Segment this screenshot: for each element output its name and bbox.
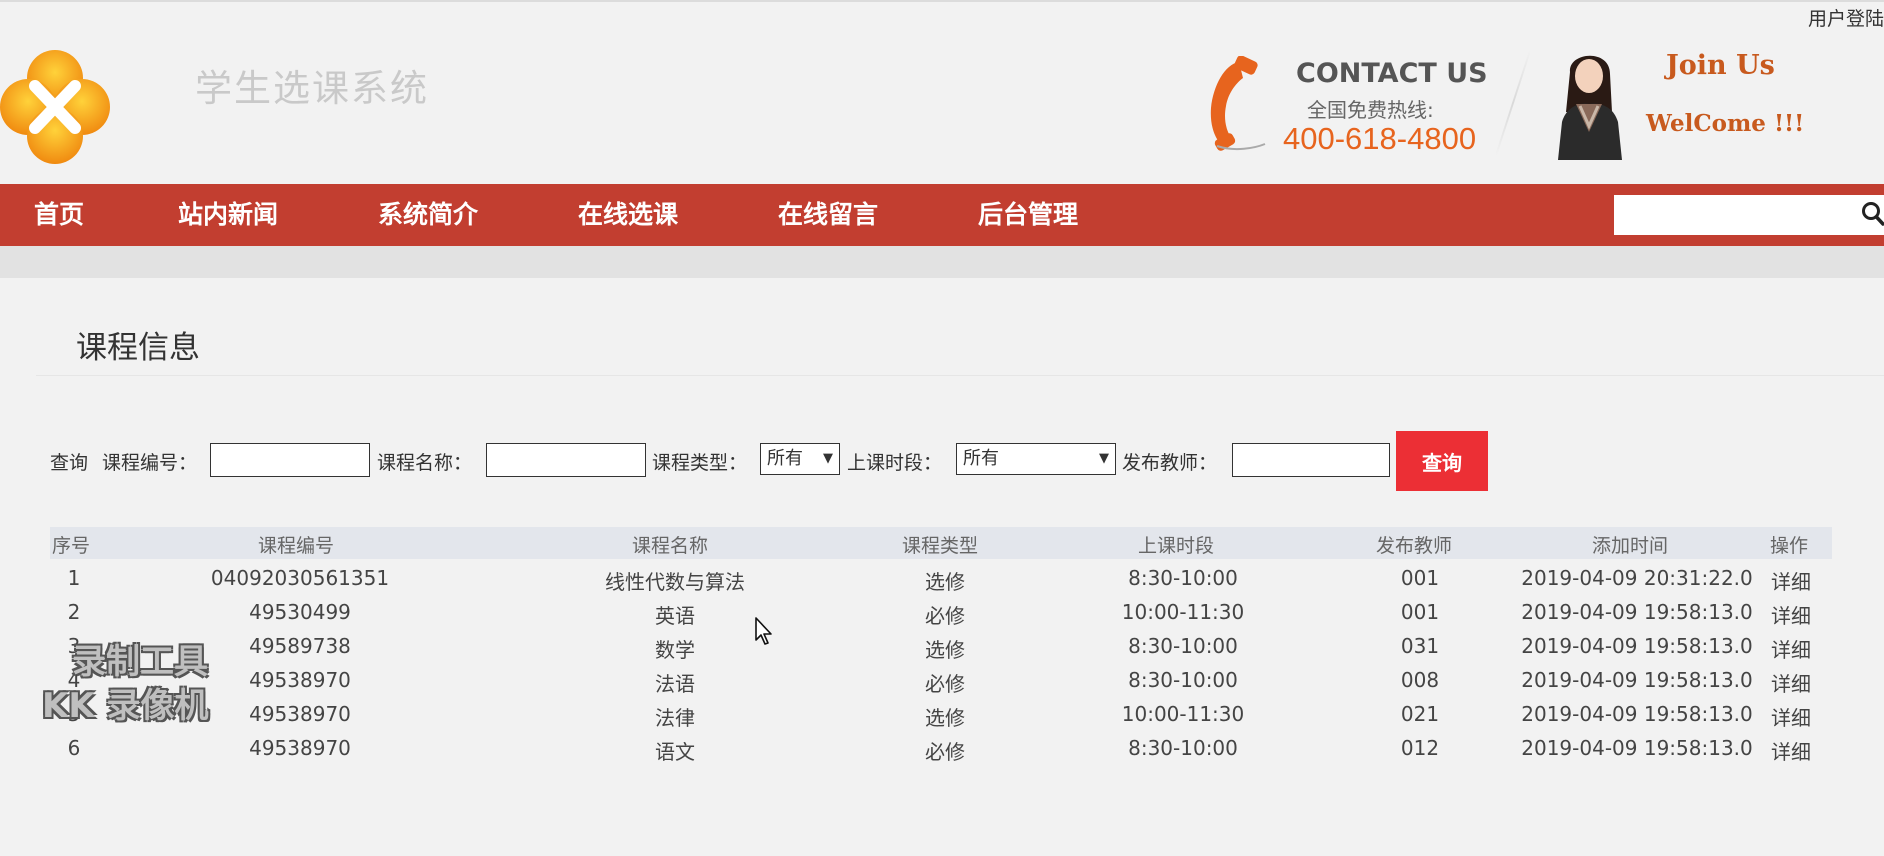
nav-messages[interactable]: 在线留言 bbox=[778, 184, 878, 246]
cell-added-time: 2019-04-09 19:58:13.0 bbox=[1521, 600, 1753, 624]
detail-link[interactable]: 详细 bbox=[1771, 634, 1811, 663]
cell-time-slot: 10:00-11:30 bbox=[1121, 600, 1245, 624]
portrait-image bbox=[1558, 55, 1622, 160]
cell-course-type: 必修 bbox=[925, 604, 965, 628]
time-slot-select[interactable]: 所有 ▼ bbox=[956, 443, 1116, 475]
header-teacher: 发布教师 bbox=[1376, 535, 1453, 557]
contact-subtitle: 全国免费热线: bbox=[1307, 98, 1434, 122]
cell-teacher: 008 bbox=[1400, 668, 1440, 692]
cell-course-name: 法律 bbox=[655, 706, 695, 730]
cell-added-time: 2019-04-09 19:58:13.0 bbox=[1521, 736, 1753, 760]
header-index: 序号 bbox=[52, 535, 91, 557]
watermark-line1: 录制工具 bbox=[72, 642, 208, 682]
cell-index: 6 bbox=[67, 736, 81, 760]
cell-course-name: 语文 bbox=[655, 740, 695, 764]
mouse-cursor-icon bbox=[755, 617, 772, 645]
detail-link[interactable]: 详细 bbox=[1771, 702, 1811, 731]
time-slot-label: 上课时段： bbox=[847, 452, 943, 474]
header-action: 操作 bbox=[1770, 535, 1809, 557]
cell-added-time: 2019-04-09 19:58:13.0 bbox=[1521, 668, 1753, 692]
top-border bbox=[0, 0, 1884, 2]
course-name-input[interactable] bbox=[486, 443, 646, 477]
cell-course-name: 线性代数与算法 bbox=[605, 570, 745, 594]
course-type-label: 课程类型： bbox=[652, 452, 748, 474]
main-nav: 首页 站内新闻 系统简介 在线选课 在线留言 后台管理 bbox=[0, 184, 1884, 246]
cell-added-time: 2019-04-09 19:58:13.0 bbox=[1521, 634, 1753, 658]
cell-course-type: 必修 bbox=[925, 672, 965, 696]
cell-teacher: 001 bbox=[1400, 600, 1440, 624]
logo-icon bbox=[0, 50, 110, 164]
search-input[interactable] bbox=[1614, 195, 1884, 235]
join-us-text: Join Us bbox=[1666, 50, 1775, 81]
nav-admin[interactable]: 后台管理 bbox=[978, 184, 1078, 246]
cell-course-name: 数学 bbox=[655, 638, 695, 662]
course-code-label: 课程编号： bbox=[102, 452, 198, 474]
detail-link[interactable]: 详细 bbox=[1771, 668, 1811, 697]
cell-added-time: 2019-04-09 19:58:13.0 bbox=[1521, 702, 1753, 726]
cell-course-type: 必修 bbox=[925, 740, 965, 764]
header-divider bbox=[1494, 50, 1532, 156]
cell-course-code: 49538970 bbox=[249, 668, 351, 692]
course-type-value: 所有 bbox=[767, 448, 803, 469]
site-title: 学生选课系统 bbox=[195, 67, 429, 110]
nav-subbar bbox=[0, 246, 1884, 278]
cell-course-code: 49538970 bbox=[249, 702, 351, 726]
cell-course-code: 04092030561351 bbox=[210, 566, 390, 590]
course-name-label: 课程名称： bbox=[377, 452, 473, 474]
time-slot-value: 所有 bbox=[963, 448, 999, 469]
nav-home[interactable]: 首页 bbox=[34, 184, 84, 246]
watermark-line2: KK 录像机 bbox=[42, 686, 209, 726]
dropdown-arrow-icon: ▼ bbox=[1099, 451, 1109, 466]
teacher-label: 发布教师： bbox=[1122, 452, 1218, 474]
query-prefix-label: 查询 bbox=[50, 452, 89, 474]
cell-course-code: 49589738 bbox=[249, 634, 351, 658]
cell-time-slot: 8:30-10:00 bbox=[1128, 736, 1238, 760]
cell-time-slot: 8:30-10:00 bbox=[1128, 668, 1238, 692]
detail-link[interactable]: 详细 bbox=[1771, 566, 1811, 595]
cell-teacher: 031 bbox=[1400, 634, 1440, 658]
cell-time-slot: 10:00-11:30 bbox=[1121, 702, 1245, 726]
contact-title: CONTACT US bbox=[1296, 58, 1488, 89]
cell-added-time: 2019-04-09 20:31:22.0 bbox=[1521, 566, 1753, 590]
detail-link[interactable]: 详细 bbox=[1771, 600, 1811, 629]
nav-about[interactable]: 系统简介 bbox=[378, 184, 478, 246]
header-added-time: 添加时间 bbox=[1592, 535, 1669, 557]
nav-news[interactable]: 站内新闻 bbox=[178, 184, 278, 246]
cell-teacher: 012 bbox=[1400, 736, 1440, 760]
header-course-name: 课程名称 bbox=[632, 535, 709, 557]
detail-link[interactable]: 详细 bbox=[1771, 736, 1811, 765]
header-course-type: 课程类型 bbox=[902, 535, 979, 557]
teacher-input[interactable] bbox=[1232, 443, 1390, 477]
header-course-code: 课程编号 bbox=[258, 535, 335, 557]
cell-index: 1 bbox=[67, 566, 81, 590]
page-title: 课程信息 bbox=[76, 330, 200, 366]
user-login-link[interactable]: 用户登陆 bbox=[1808, 4, 1884, 31]
cell-course-type: 选修 bbox=[925, 570, 965, 594]
heading-divider bbox=[36, 375, 1884, 376]
welcome-text: WelCome !!! bbox=[1646, 110, 1805, 137]
cell-teacher: 021 bbox=[1400, 702, 1440, 726]
cell-course-name: 法语 bbox=[655, 672, 695, 696]
cell-time-slot: 8:30-10:00 bbox=[1128, 634, 1238, 658]
cell-time-slot: 8:30-10:00 bbox=[1128, 566, 1238, 590]
contact-phone: 400-618-4800 bbox=[1283, 121, 1477, 156]
cell-course-code: 49530499 bbox=[249, 600, 351, 624]
nav-course-select[interactable]: 在线选课 bbox=[578, 184, 678, 246]
phone-icon bbox=[1210, 56, 1266, 151]
dropdown-arrow-icon: ▼ bbox=[823, 451, 833, 466]
cell-teacher: 001 bbox=[1400, 566, 1440, 590]
cell-course-code: 49538970 bbox=[249, 736, 351, 760]
cell-course-type: 选修 bbox=[925, 706, 965, 730]
cell-course-name: 英语 bbox=[655, 604, 695, 628]
recorder-watermark: 录制工具 KK 录像机 bbox=[42, 640, 209, 728]
cell-course-type: 选修 bbox=[925, 638, 965, 662]
search-icon[interactable] bbox=[1860, 200, 1884, 228]
cell-index: 2 bbox=[67, 600, 81, 624]
course-code-input[interactable] bbox=[210, 443, 370, 477]
query-button[interactable]: 查询 bbox=[1396, 431, 1488, 491]
course-type-select[interactable]: 所有 ▼ bbox=[760, 443, 840, 475]
header-time-slot: 上课时段 bbox=[1138, 535, 1215, 557]
